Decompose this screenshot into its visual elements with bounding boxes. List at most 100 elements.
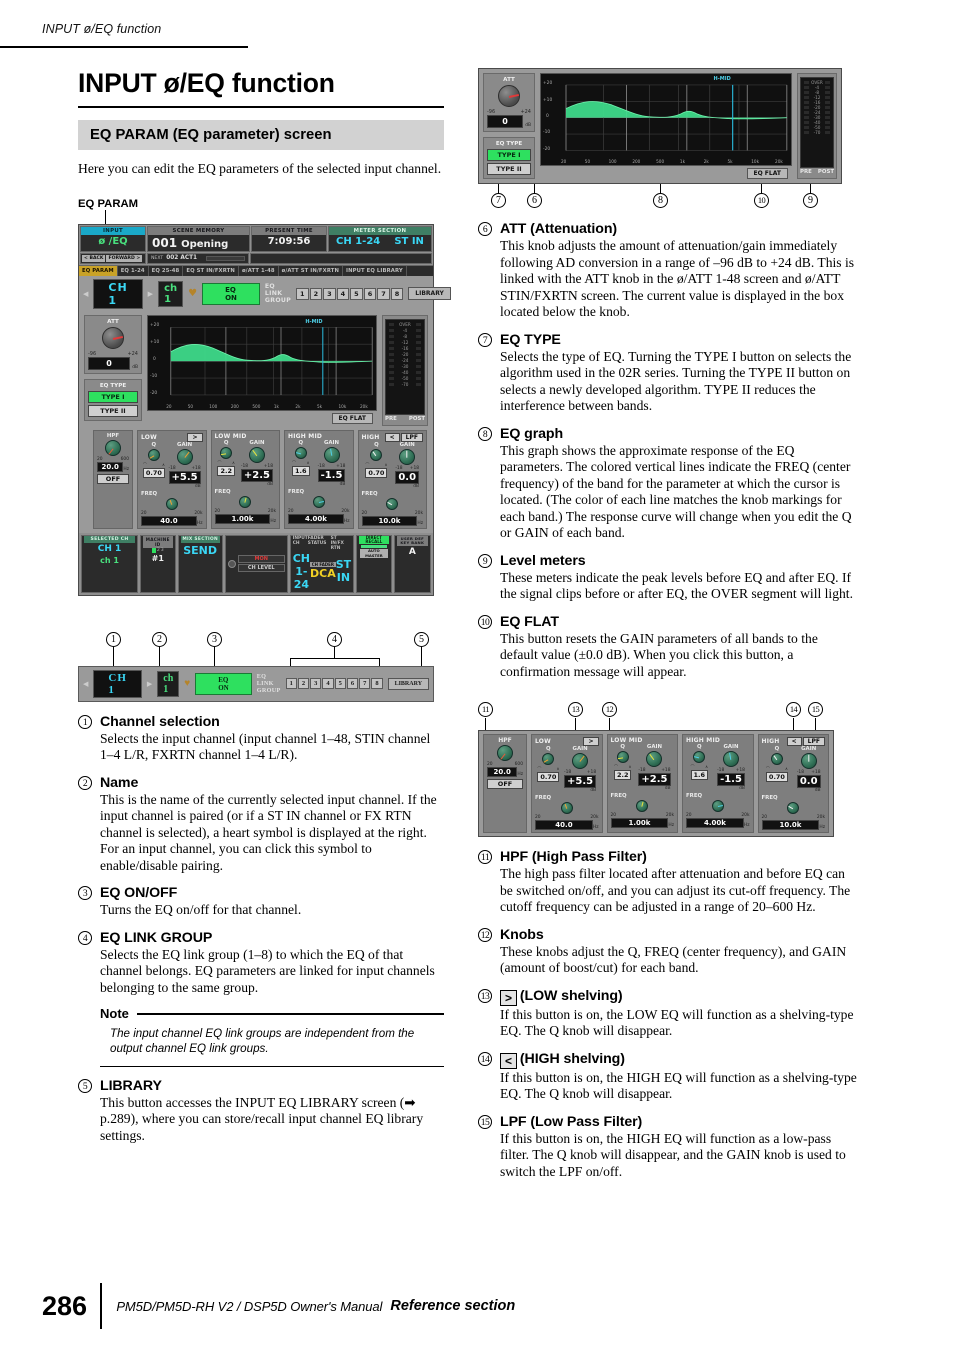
ch-prev-arrow[interactable]: ◀: [83, 290, 88, 298]
figure-2-att-value[interactable]: 0: [487, 115, 524, 128]
direct-recall-button[interactable]: DIRECT RECALL: [359, 535, 389, 545]
callout-channel-box[interactable]: CH 1: [93, 669, 142, 698]
callout-library-button[interactable]: LIBRARY: [387, 677, 430, 690]
band-low-gain-knob[interactable]: [176, 448, 193, 465]
band-low-q-knob[interactable]: [147, 448, 160, 461]
link-group-6[interactable]: 6: [363, 287, 377, 300]
figure-3-band-high-q-value[interactable]: 0.70: [765, 772, 788, 783]
eq-type-2-button[interactable]: TYPE II: [88, 404, 138, 417]
callout-link-group-5[interactable]: 5: [334, 678, 346, 690]
figure-3-band-low-mid-gain-value[interactable]: +2.5: [638, 773, 671, 787]
tab-input-eq-library[interactable]: INPUT EQ LIBRARY: [343, 265, 407, 276]
figure-3-band-low-q-knob[interactable]: [542, 753, 555, 766]
heart-icon[interactable]: ♥: [188, 288, 197, 299]
screen-tabs[interactable]: EQ PARAM EQ 1-24 EQ 25-48 EQ ST IN/FXRTN…: [79, 264, 433, 276]
send-button[interactable]: SEND: [181, 543, 220, 558]
figure-3-band-high-mid-q-knob[interactable]: [693, 751, 706, 764]
tab-phase-att-1-48[interactable]: ø/ATT 1-48: [239, 265, 279, 276]
link-group-1[interactable]: 1: [296, 287, 309, 300]
monitor-cell[interactable]: MON CH LEVEL: [224, 534, 288, 593]
ch-1-24-button[interactable]: CH 1-24: [293, 551, 310, 592]
forward-button[interactable]: FORWARD >: [106, 254, 143, 262]
figure-3-band-low-freq-value[interactable]: 40.0: [535, 820, 593, 831]
callout-ch-prev-arrow[interactable]: ◀: [83, 680, 88, 688]
ch-level-button[interactable]: CH LEVEL: [237, 564, 285, 573]
link-group-4[interactable]: 4: [336, 287, 350, 300]
figure-3-band-high-q-knob[interactable]: [770, 753, 783, 766]
figure-3-band-low-mid-freq-knob[interactable]: [636, 800, 649, 813]
link-group-8[interactable]: 8: [390, 287, 404, 300]
figure-2-eq-type-1[interactable]: TYPE I: [487, 149, 531, 161]
auto-master-button[interactable]: AUTO MASTER: [360, 549, 388, 558]
callout-link-group-6[interactable]: 6: [346, 678, 359, 690]
figure-3-hpf-on-off-button[interactable]: OFF: [487, 779, 523, 790]
mix-section-cell[interactable]: MIX SECTION SEND: [177, 534, 223, 593]
figure-3-band-low-mid-gain-knob[interactable]: [646, 751, 663, 768]
eq-on-off-button[interactable]: EQ ON: [202, 282, 260, 305]
band-high-mid-freq-value[interactable]: 4.00k: [288, 513, 344, 524]
band-high-q-value[interactable]: 0.70: [365, 467, 388, 478]
lpf-button[interactable]: LPF: [400, 432, 423, 442]
link-group-2[interactable]: 2: [309, 287, 323, 300]
st-in-button[interactable]: ST IN: [336, 557, 351, 585]
figure-3-hpf-knob[interactable]: [497, 745, 513, 762]
figure-3-band-high-mid-gain-value[interactable]: -1.5: [717, 773, 745, 787]
callout-link-group-3[interactable]: 3: [310, 678, 322, 690]
callout-link-group-7[interactable]: 7: [359, 678, 371, 690]
link-group-7[interactable]: 7: [377, 287, 390, 300]
tab-eq-stin-fxrtn[interactable]: EQ ST IN/FXRTN: [183, 265, 239, 276]
input-display-cell[interactable]: INPUT ø /EQ: [80, 225, 146, 252]
band-high-freq-value[interactable]: 10.0k: [361, 515, 418, 526]
mon-button[interactable]: MON: [237, 555, 285, 564]
figure-3-band-low-mid-freq-value[interactable]: 1.00k: [610, 818, 669, 829]
figure-2-att-knob[interactable]: [498, 85, 520, 107]
figure-3-band-high-freq-knob[interactable]: [787, 802, 800, 815]
band-high-mid-gain-value[interactable]: -1.5: [317, 468, 346, 482]
band-high-gain-value[interactable]: 0.0: [395, 470, 420, 484]
figure-3-hpf-freq-value[interactable]: 20.0: [487, 767, 518, 778]
callout-link-group-8[interactable]: 8: [371, 678, 383, 690]
figure-3-lpf-button[interactable]: LPF: [802, 737, 825, 747]
figure-3-band-low-freq-knob[interactable]: [560, 802, 573, 815]
callout-link-group-buttons[interactable]: 1 2 3 4 5 6 7 8: [285, 678, 383, 690]
user-def-cell[interactable]: USER DEF KEY BANK A: [393, 534, 431, 593]
shelving-low-icon[interactable]: >: [187, 432, 203, 442]
band-low-freq-knob[interactable]: [165, 497, 178, 510]
band-high-gain-knob[interactable]: [399, 448, 416, 465]
channel-name-box[interactable]: ch 1: [158, 280, 184, 307]
band-low-mid-q-knob[interactable]: [220, 446, 233, 459]
band-low-mid-gain-knob[interactable]: [248, 446, 265, 463]
att-value[interactable]: 0: [88, 356, 131, 370]
callout-link-group-1[interactable]: 1: [285, 678, 297, 690]
band-low-freq-value[interactable]: 40.0: [141, 515, 197, 526]
figure-2-eq-type-2[interactable]: TYPE II: [487, 163, 531, 175]
figure-3-band-high-mid-q-value[interactable]: 1.6: [690, 770, 709, 781]
figure-3-shelving-low-icon[interactable]: >: [583, 737, 599, 747]
band-low-mid-freq-knob[interactable]: [239, 495, 252, 508]
figure-3-band-low-mid-q-value[interactable]: 2.2: [613, 770, 632, 781]
scene-nav[interactable]: < BACK FORWARD >: [80, 252, 146, 264]
figure-3-band-low-gain-value[interactable]: +5.5: [564, 775, 597, 789]
figure-3-band-low-q-value[interactable]: 0.70: [537, 772, 560, 783]
figure-3-band-high-gain-value[interactable]: 0.0: [796, 775, 821, 789]
band-low-mid-q-value[interactable]: 2.2: [217, 465, 235, 476]
band-low-q-value[interactable]: 0.70: [142, 467, 165, 478]
eq-graph[interactable]: +20 +10 0 -10 -20 H-MID 20 50 100 200 50…: [147, 314, 377, 411]
tab-phase-att-stin[interactable]: ø/ATT ST IN/FXRTN: [279, 265, 344, 276]
callout-eq-on-button[interactable]: EQ ON: [195, 672, 252, 695]
tab-eq-25-48[interactable]: EQ 25-48: [149, 265, 184, 276]
eq-flat-button[interactable]: EQ FLAT: [331, 412, 373, 424]
back-button[interactable]: < BACK: [82, 254, 106, 262]
band-high-mid-q-value[interactable]: 1.6: [292, 465, 310, 476]
figure-3-band-high-mid-gain-knob[interactable]: [723, 751, 740, 768]
figure-2-eq-flat-button[interactable]: EQ FLAT: [746, 168, 788, 179]
meter-section-cell[interactable]: METER SECTION CH 1-24 ST IN: [328, 225, 432, 252]
att-knob[interactable]: [102, 326, 124, 349]
figure-3-band-low-gain-knob[interactable]: [572, 753, 589, 770]
eq-type-1-button[interactable]: TYPE I: [88, 390, 138, 403]
tab-eq-param[interactable]: EQ PARAM: [79, 265, 118, 276]
fader-status-cell[interactable]: INPUT CH FADER STATUS ST IN/FX RTN CH 1-…: [289, 534, 355, 593]
dca-button[interactable]: DCA: [310, 567, 336, 580]
figure-2-eq-graph[interactable]: +20 +10 0 -10 -20 H-MID 20 50 100 200 50…: [540, 73, 792, 166]
figure-3-shelving-high-icon[interactable]: <: [786, 737, 802, 747]
